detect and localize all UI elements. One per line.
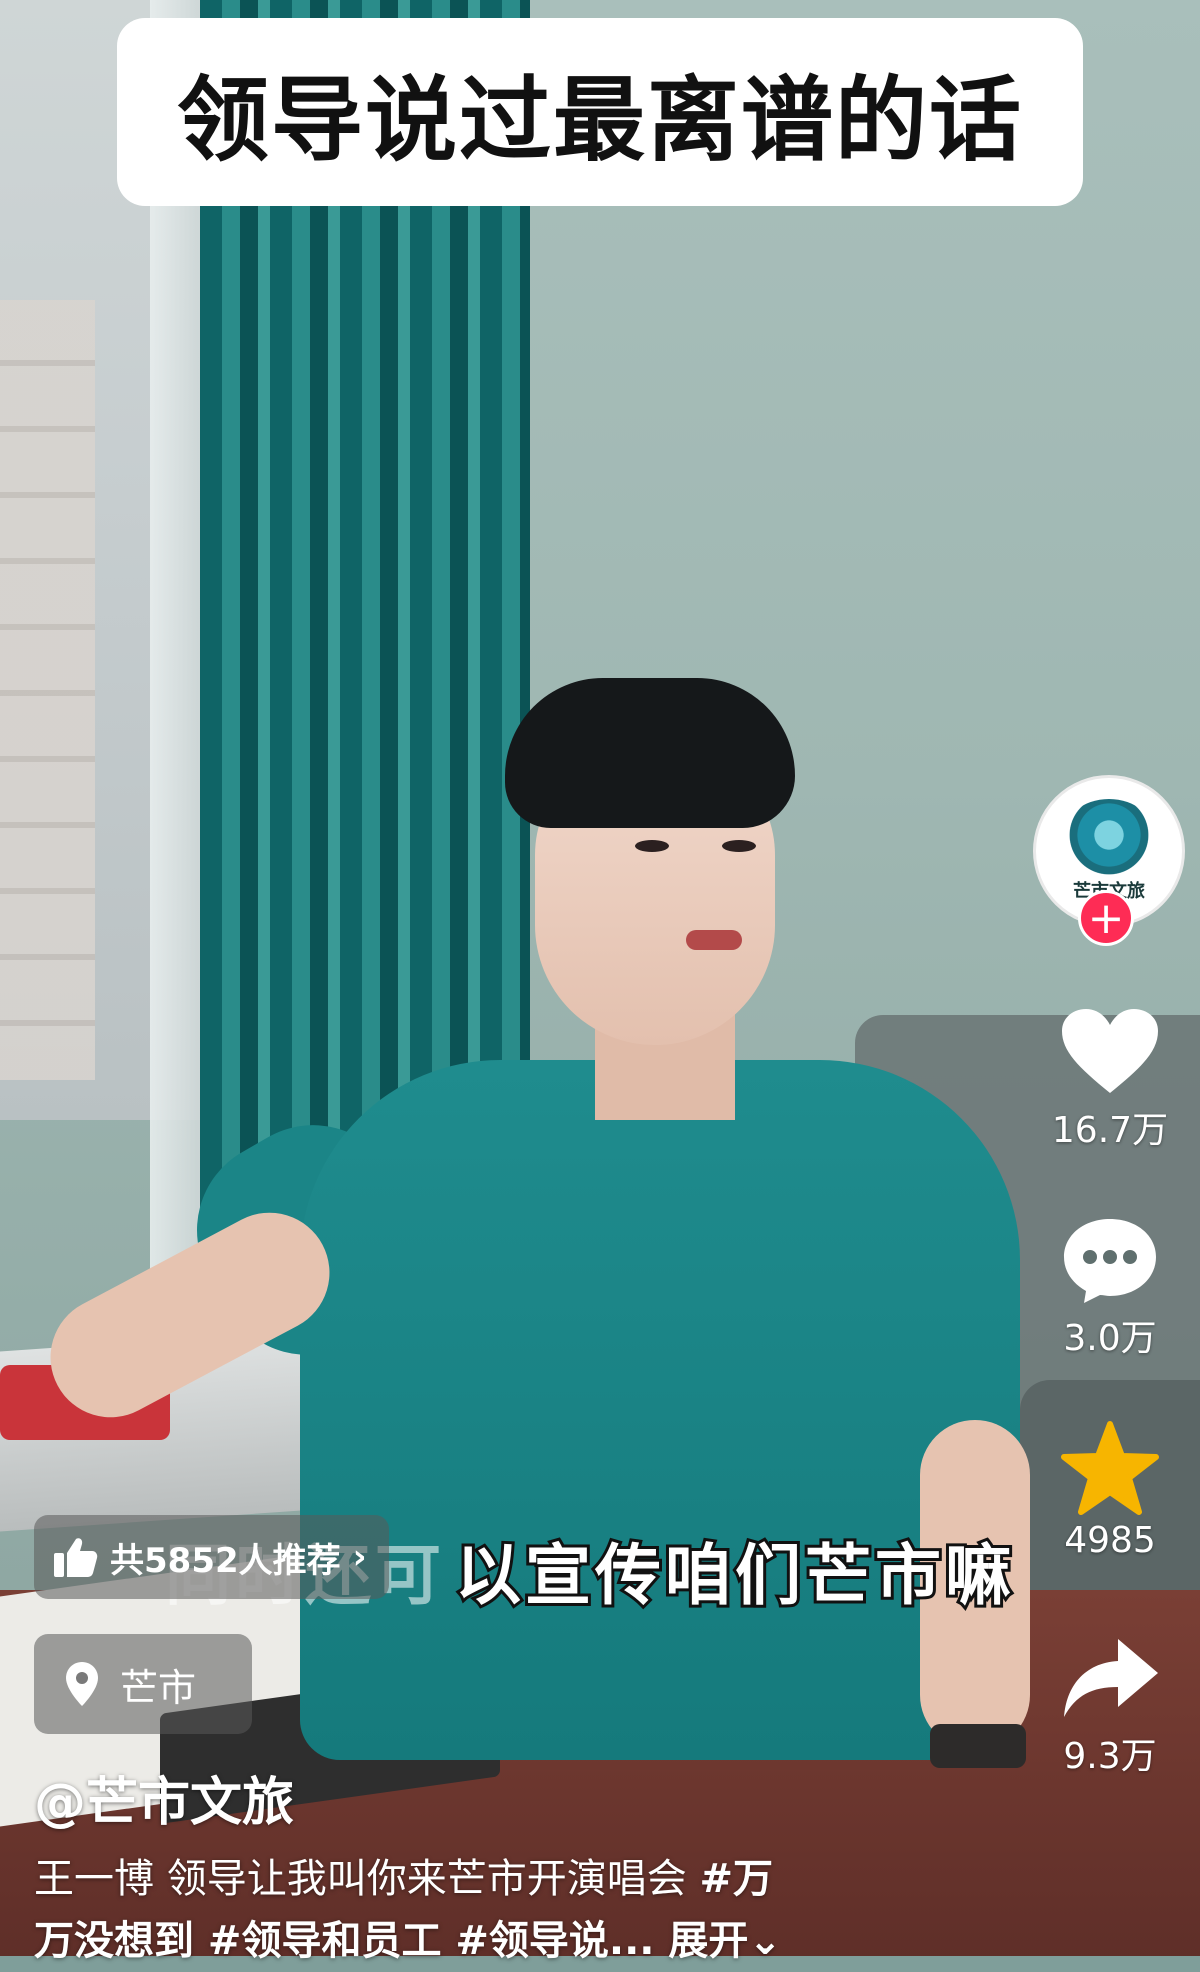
hashtag-part[interactable]: #万	[699, 1856, 773, 1902]
share-icon	[1064, 1639, 1158, 1717]
expand-link[interactable]: 展开	[654, 1918, 748, 1964]
chevron-down-icon: ⌄	[748, 1918, 782, 1964]
share-count: 9.3万	[1063, 1736, 1157, 1777]
favorite-button[interactable]: 4985	[1040, 1420, 1180, 1561]
author-username[interactable]: @芒市文旅	[34, 1760, 294, 1835]
star-icon	[1061, 1421, 1159, 1515]
overlay-title: 领导说过最离谱的话	[176, 66, 1023, 174]
mouth	[686, 930, 742, 950]
video-subtitle: 以宣传咱们芒市嘛	[452, 1534, 1015, 1617]
overlay-title-box: 领导说过最离谱的话	[117, 18, 1083, 206]
location-text: 芒市	[120, 1665, 197, 1710]
recommend-text: 共5852人推荐	[110, 1540, 341, 1581]
hashtag[interactable]: #领导和员工	[194, 1918, 442, 1964]
share-button[interactable]: 9.3万	[1040, 1633, 1180, 1779]
left-eye	[635, 840, 669, 852]
hashtag[interactable]: #领导说...	[441, 1918, 654, 1964]
location-pill[interactable]: 芒市	[34, 1634, 252, 1734]
like-count: 16.7万	[1051, 1110, 1169, 1151]
like-button[interactable]: 16.7万	[1040, 1005, 1180, 1153]
right-eye	[722, 840, 756, 852]
peacock-logo-icon	[1061, 799, 1157, 879]
hashtag-part[interactable]: 万没想到	[34, 1918, 194, 1964]
video-description[interactable]: 王一博 领导让我叫你来芒市开演唱会 #万 万没想到 #领导和员工 #领导说...…	[34, 1848, 1034, 1972]
hair	[505, 678, 795, 828]
comment-count: 3.0万	[1063, 1318, 1157, 1359]
heart-icon	[1062, 1009, 1158, 1093]
wristwatch	[930, 1724, 1026, 1768]
location-pin-icon	[66, 1662, 98, 1706]
comment-button[interactable]: 3.0万	[1040, 1213, 1180, 1361]
favorite-count: 4985	[1064, 1520, 1156, 1561]
description-text: 王一博 领导让我叫你来芒市开演唱会	[34, 1856, 700, 1902]
chevron-right-icon: ›	[352, 1537, 367, 1577]
comment-icon	[1064, 1219, 1156, 1303]
follow-button[interactable]: +	[1078, 890, 1134, 946]
recommend-pill[interactable]: 共5852人推荐 ›	[34, 1515, 389, 1599]
outside-building	[0, 300, 95, 1080]
thumbs-up-icon	[54, 1538, 98, 1577]
teal-sweater	[300, 1060, 1020, 1760]
